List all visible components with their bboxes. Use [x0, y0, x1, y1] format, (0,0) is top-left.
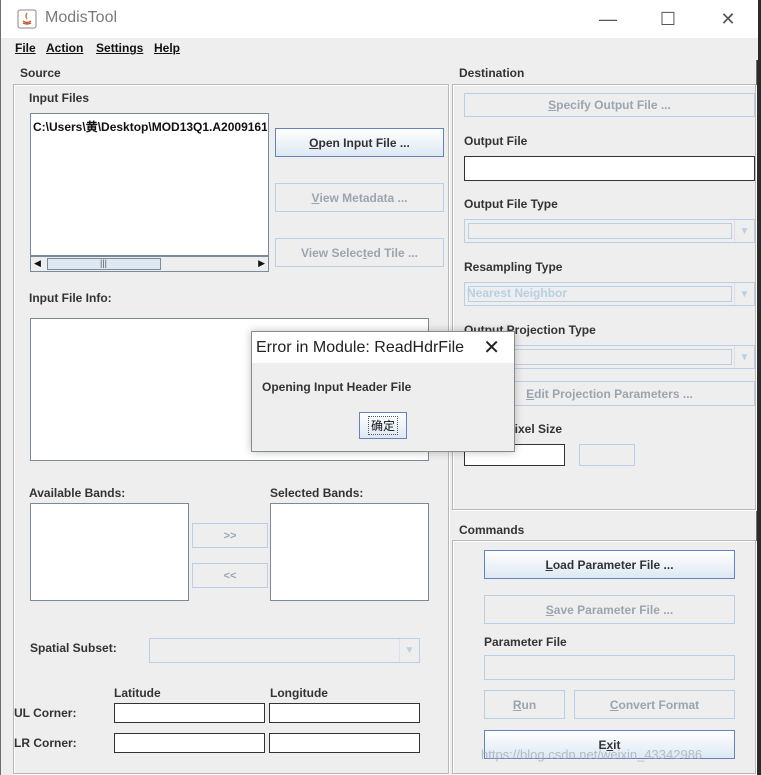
output-file-type-label: Output File Type [464, 197, 558, 211]
load-parameter-file-button[interactable]: Load Parameter File ... [484, 550, 735, 579]
run-button[interactable]: Run [484, 690, 565, 719]
menu-bar: File Action Settings Help [1, 38, 758, 60]
menu-settings[interactable]: Settings [96, 41, 143, 55]
add-band-button[interactable]: >> [192, 523, 268, 548]
window-title: ModisTool [45, 9, 118, 26]
chevron-down-icon[interactable]: ▼ [734, 220, 754, 242]
main-window: ModisTool — ☐ ✕ File Action Settings Hel… [0, 0, 758, 775]
destination-panel-title: Destination [459, 66, 525, 80]
java-app-icon [17, 9, 37, 29]
commands-panel-title: Commands [459, 523, 525, 537]
scroll-right-icon[interactable]: ▶ [258, 258, 265, 269]
dialog-ok-button[interactable]: 确定 [359, 412, 407, 439]
dialog-title: Error in Module: ReadHdrFile [256, 339, 465, 356]
longitude-label: Longitude [270, 686, 328, 700]
view-selected-tile-button[interactable]: View Selec t ed Tile ... [275, 238, 444, 267]
dialog-message: Opening Input Header File [262, 380, 412, 394]
dialog-ok-label: 确定 [367, 416, 398, 435]
pixel-size-units-field [579, 444, 635, 466]
lr-latitude-input[interactable] [114, 733, 265, 753]
lr-longitude-input[interactable] [269, 733, 420, 753]
menu-action[interactable]: Action [46, 41, 83, 55]
scroll-grip-icon: ||| [100, 258, 108, 268]
maximize-icon: ☐ [659, 8, 677, 29]
ul-corner-label: UL Corner: [14, 706, 77, 720]
input-file-info-label: Input File Info: [29, 291, 112, 305]
watermark-text: https://blog.csdn.net/weixin_43342986 [481, 747, 703, 762]
input-file-item[interactable]: C:\Users\黄\Desktop\MOD13Q1.A2009161 [33, 118, 267, 135]
spatial-subset-label: Spatial Subset: [30, 641, 117, 655]
available-bands-label: Available Bands: [29, 486, 126, 500]
scroll-thumb[interactable]: ||| [47, 258, 161, 270]
minimize-icon: — [599, 8, 617, 29]
dialog-close-icon[interactable]: ✕ [483, 335, 500, 360]
chevron-down-icon[interactable]: ▼ [734, 346, 754, 368]
resampling-type-label: Resampling Type [464, 260, 563, 274]
menu-file[interactable]: File [15, 41, 36, 55]
latitude-label: Latitude [114, 686, 161, 700]
resampling-type-select[interactable]: Nearest Neighbor ▼ [464, 282, 755, 306]
close-button[interactable]: ✕ [698, 0, 758, 38]
open-input-file-button[interactable]: Open Input File ... [275, 128, 444, 157]
error-dialog: Error in Module: ReadHdrFile ✕ Opening I… [251, 331, 515, 452]
input-files-list[interactable]: C:\Users\黄\Desktop\MOD13Q1.A2009161 [30, 113, 269, 256]
save-parameter-file-button[interactable]: Save Parameter File ... [484, 595, 735, 624]
ul-latitude-input[interactable] [114, 703, 265, 723]
close-icon: ✕ [720, 8, 736, 29]
output-file-input[interactable] [464, 156, 755, 181]
input-files-label: Input Files [29, 91, 89, 105]
specify-output-file-button[interactable]: Specify Output File ... [464, 93, 755, 117]
available-bands-list[interactable] [30, 503, 189, 601]
convert-format-button[interactable]: Convert Format [574, 690, 735, 719]
chevron-down-icon[interactable]: ▼ [399, 639, 419, 662]
resampling-type-value: Nearest Neighbor [467, 286, 568, 300]
input-files-hscrollbar[interactable]: ◀ ||| ▶ [30, 256, 269, 272]
dialog-title-bar: Error in Module: ReadHdrFile ✕ [252, 332, 514, 363]
selected-bands-label: Selected Bands: [270, 486, 364, 500]
ul-longitude-input[interactable] [269, 703, 420, 723]
remove-band-button[interactable]: << [192, 563, 268, 588]
selected-bands-list[interactable] [270, 503, 429, 601]
lr-corner-label: LR Corner: [14, 736, 77, 750]
output-file-type-select[interactable]: ▼ [464, 219, 755, 243]
spatial-subset-select[interactable]: ▼ [149, 638, 420, 663]
minimize-button[interactable]: — [578, 0, 638, 38]
source-panel-title: Source [20, 66, 61, 80]
parameter-file-label: Parameter File [484, 635, 567, 649]
title-bar: ModisTool — ☐ ✕ [1, 0, 758, 38]
parameter-file-input[interactable] [484, 655, 735, 680]
chevron-down-icon[interactable]: ▼ [734, 283, 754, 305]
view-metadata-button[interactable]: View Metadata ... [275, 183, 444, 212]
output-file-label: Output File [464, 134, 528, 148]
menu-help[interactable]: Help [154, 41, 180, 55]
maximize-button[interactable]: ☐ [638, 0, 698, 38]
scroll-left-icon[interactable]: ◀ [34, 258, 41, 269]
